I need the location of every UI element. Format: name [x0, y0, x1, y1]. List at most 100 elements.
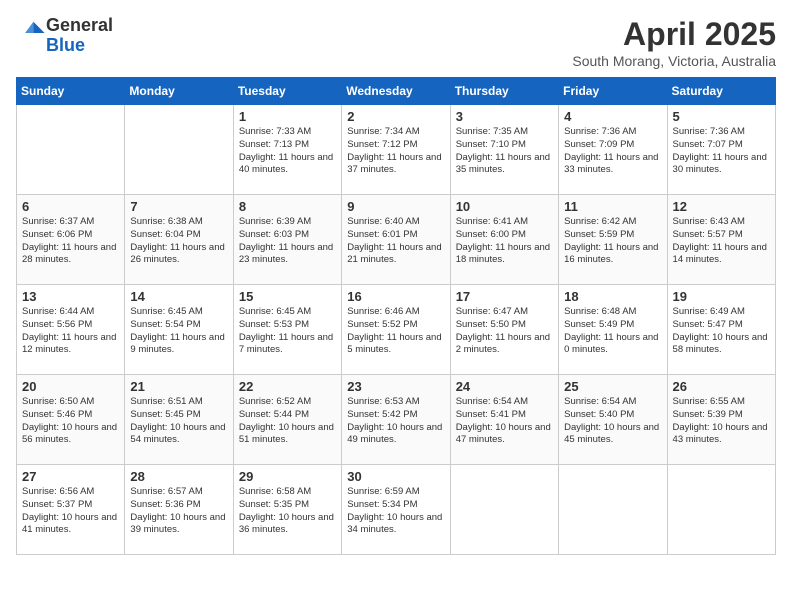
week-row-4: 20 Sunrise: 6:50 AM Sunset: 5:46 PM Dayli…: [17, 375, 776, 465]
location-text: South Morang, Victoria, Australia: [572, 53, 776, 69]
calendar-cell: 26 Sunrise: 6:55 AM Sunset: 5:39 PM Dayli…: [667, 375, 775, 465]
day-number: 4: [564, 109, 661, 124]
day-number: 24: [456, 379, 553, 394]
day-info: Sunrise: 6:48 AM Sunset: 5:49 PM Dayligh…: [564, 306, 661, 357]
day-info: Sunrise: 6:41 AM Sunset: 6:00 PM Dayligh…: [456, 216, 553, 267]
day-number: 26: [673, 379, 770, 394]
header-day-sunday: Sunday: [17, 78, 125, 105]
day-number: 23: [347, 379, 444, 394]
calendar-cell: 8 Sunrise: 6:39 AM Sunset: 6:03 PM Daylig…: [233, 195, 341, 285]
calendar-cell: 15 Sunrise: 6:45 AM Sunset: 5:53 PM Dayli…: [233, 285, 341, 375]
day-number: 10: [456, 199, 553, 214]
title-section: April 2025 South Morang, Victoria, Austr…: [572, 16, 776, 69]
day-number: 7: [130, 199, 227, 214]
header-day-saturday: Saturday: [667, 78, 775, 105]
day-number: 5: [673, 109, 770, 124]
calendar-cell: 17Sunrise: 6:47 AM Sunset: 5:50 PM Dayli…: [450, 285, 558, 375]
day-number: 13: [22, 289, 119, 304]
day-number: 25: [564, 379, 661, 394]
day-info: Sunrise: 6:42 AM Sunset: 5:59 PM Dayligh…: [564, 216, 661, 267]
day-number: 20: [22, 379, 119, 394]
day-info: Sunrise: 6:57 AM Sunset: 5:36 PM Dayligh…: [130, 486, 227, 537]
header-day-monday: Monday: [125, 78, 233, 105]
day-info: Sunrise: 6:47 AM Sunset: 5:50 PM Dayligh…: [456, 306, 553, 357]
day-number: 19: [673, 289, 770, 304]
day-info: Sunrise: 6:49 AM Sunset: 5:47 PM Dayligh…: [673, 306, 770, 357]
logo-icon: [18, 19, 46, 47]
day-info: Sunrise: 6:37 AM Sunset: 6:06 PM Dayligh…: [22, 216, 119, 267]
calendar-cell: 5 Sunrise: 7:36 AM Sunset: 7:07 PM Daylig…: [667, 105, 775, 195]
calendar-cell: 9 Sunrise: 6:40 AM Sunset: 6:01 PM Daylig…: [342, 195, 450, 285]
day-number: 3: [456, 109, 553, 124]
calendar-cell: 11 Sunrise: 6:42 AM Sunset: 5:59 PM Dayli…: [559, 195, 667, 285]
calendar-cell: 10 Sunrise: 6:41 AM Sunset: 6:00 PM Dayli…: [450, 195, 558, 285]
calendar-cell: 1Sunrise: 7:33 AM Sunset: 7:13 PM Daylig…: [233, 105, 341, 195]
calendar-cell: 3 Sunrise: 7:35 AM Sunset: 7:10 PM Daylig…: [450, 105, 558, 195]
calendar-cell: 16 Sunrise: 6:46 AM Sunset: 5:52 PM Dayli…: [342, 285, 450, 375]
calendar-cell: 14Sunrise: 6:45 AM Sunset: 5:54 PM Dayli…: [125, 285, 233, 375]
day-info: Sunrise: 7:34 AM Sunset: 7:12 PM Dayligh…: [347, 126, 444, 177]
day-number: 9: [347, 199, 444, 214]
logo: General Blue: [16, 16, 113, 56]
calendar-cell: 4 Sunrise: 7:36 AM Sunset: 7:09 PM Daylig…: [559, 105, 667, 195]
day-info: Sunrise: 6:40 AM Sunset: 6:01 PM Dayligh…: [347, 216, 444, 267]
day-info: Sunrise: 6:46 AM Sunset: 5:52 PM Dayligh…: [347, 306, 444, 357]
header-day-thursday: Thursday: [450, 78, 558, 105]
calendar-table: SundayMondayTuesdayWednesdayThursdayFrid…: [16, 77, 776, 555]
day-number: 1: [239, 109, 336, 124]
header-row: SundayMondayTuesdayWednesdayThursdayFrid…: [17, 78, 776, 105]
calendar-cell: 23 Sunrise: 6:53 AM Sunset: 5:42 PM Dayli…: [342, 375, 450, 465]
calendar-cell: 19 Sunrise: 6:49 AM Sunset: 5:47 PM Dayli…: [667, 285, 775, 375]
day-info: Sunrise: 6:54 AM Sunset: 5:41 PM Dayligh…: [456, 396, 553, 447]
day-info: Sunrise: 6:56 AM Sunset: 5:37 PM Dayligh…: [22, 486, 119, 537]
calendar-cell: 28 Sunrise: 6:57 AM Sunset: 5:36 PM Dayli…: [125, 465, 233, 555]
calendar-cell: 22 Sunrise: 6:52 AM Sunset: 5:44 PM Dayli…: [233, 375, 341, 465]
calendar-cell: 27 Sunrise: 6:56 AM Sunset: 5:37 PM Dayli…: [17, 465, 125, 555]
day-info: Sunrise: 7:36 AM Sunset: 7:07 PM Dayligh…: [673, 126, 770, 177]
day-info: Sunrise: 6:58 AM Sunset: 5:35 PM Dayligh…: [239, 486, 336, 537]
day-info: Sunrise: 6:52 AM Sunset: 5:44 PM Dayligh…: [239, 396, 336, 447]
calendar-cell: [125, 105, 233, 195]
day-number: 29: [239, 469, 336, 484]
calendar-cell: [450, 465, 558, 555]
day-info: Sunrise: 6:45 AM Sunset: 5:53 PM Dayligh…: [239, 306, 336, 357]
calendar-cell: 7Sunrise: 6:38 AM Sunset: 6:04 PM Daylig…: [125, 195, 233, 285]
day-number: 22: [239, 379, 336, 394]
day-info: Sunrise: 6:53 AM Sunset: 5:42 PM Dayligh…: [347, 396, 444, 447]
calendar-cell: 25 Sunrise: 6:54 AM Sunset: 5:40 PM Dayli…: [559, 375, 667, 465]
day-info: Sunrise: 6:51 AM Sunset: 5:45 PM Dayligh…: [130, 396, 227, 447]
day-info: Sunrise: 6:39 AM Sunset: 6:03 PM Dayligh…: [239, 216, 336, 267]
calendar-cell: [667, 465, 775, 555]
calendar-cell: 2 Sunrise: 7:34 AM Sunset: 7:12 PM Daylig…: [342, 105, 450, 195]
day-number: 16: [347, 289, 444, 304]
day-info: Sunrise: 6:55 AM Sunset: 5:39 PM Dayligh…: [673, 396, 770, 447]
day-number: 28: [130, 469, 227, 484]
day-number: 2: [347, 109, 444, 124]
day-number: 11: [564, 199, 661, 214]
week-row-3: 13 Sunrise: 6:44 AM Sunset: 5:56 PM Dayli…: [17, 285, 776, 375]
day-number: 27: [22, 469, 119, 484]
header-day-friday: Friday: [559, 78, 667, 105]
day-info: Sunrise: 6:50 AM Sunset: 5:46 PM Dayligh…: [22, 396, 119, 447]
week-row-5: 27 Sunrise: 6:56 AM Sunset: 5:37 PM Dayli…: [17, 465, 776, 555]
day-number: 15: [239, 289, 336, 304]
calendar-cell: 18Sunrise: 6:48 AM Sunset: 5:49 PM Dayli…: [559, 285, 667, 375]
logo-blue-text: Blue: [46, 35, 85, 55]
month-title: April 2025: [572, 16, 776, 53]
calendar-cell: 13 Sunrise: 6:44 AM Sunset: 5:56 PM Dayli…: [17, 285, 125, 375]
day-info: Sunrise: 6:54 AM Sunset: 5:40 PM Dayligh…: [564, 396, 661, 447]
page-header: General Blue April 2025 South Morang, Vi…: [16, 16, 776, 69]
day-number: 21: [130, 379, 227, 394]
calendar-cell: 29 Sunrise: 6:58 AM Sunset: 5:35 PM Dayli…: [233, 465, 341, 555]
calendar-cell: 21 Sunrise: 6:51 AM Sunset: 5:45 PM Dayli…: [125, 375, 233, 465]
day-info: Sunrise: 7:36 AM Sunset: 7:09 PM Dayligh…: [564, 126, 661, 177]
logo-general-text: General: [46, 15, 113, 35]
day-info: Sunrise: 7:35 AM Sunset: 7:10 PM Dayligh…: [456, 126, 553, 177]
day-number: 8: [239, 199, 336, 214]
week-row-1: 1Sunrise: 7:33 AM Sunset: 7:13 PM Daylig…: [17, 105, 776, 195]
day-info: Sunrise: 6:44 AM Sunset: 5:56 PM Dayligh…: [22, 306, 119, 357]
calendar-cell: [559, 465, 667, 555]
week-row-2: 6 Sunrise: 6:37 AM Sunset: 6:06 PM Daylig…: [17, 195, 776, 285]
calendar-cell: 6 Sunrise: 6:37 AM Sunset: 6:06 PM Daylig…: [17, 195, 125, 285]
day-number: 6: [22, 199, 119, 214]
